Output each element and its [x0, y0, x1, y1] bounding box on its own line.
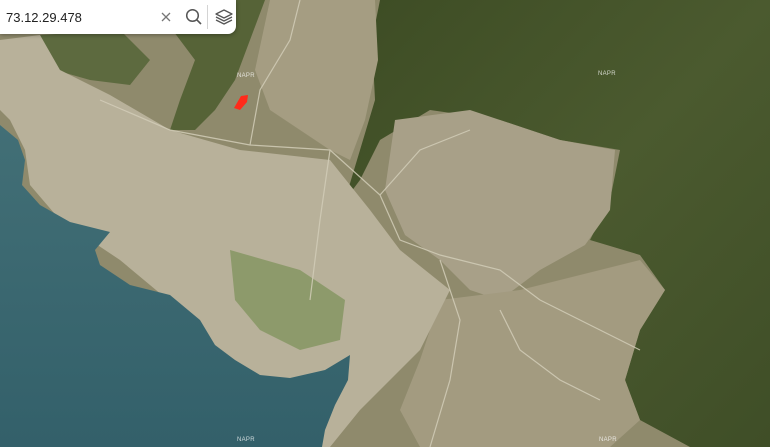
close-icon	[161, 12, 171, 22]
satellite-map[interactable]	[0, 0, 770, 447]
clear-button[interactable]	[154, 5, 178, 29]
search-input[interactable]	[6, 7, 154, 27]
search-bar	[0, 0, 236, 34]
search-icon	[185, 8, 202, 25]
map-watermark-label: NAPR	[237, 437, 255, 443]
map-watermark-label: NAPR	[237, 73, 255, 79]
layers-button[interactable]	[212, 5, 236, 29]
map-watermark-label: NAPR	[598, 71, 616, 77]
search-divider	[207, 5, 209, 29]
layers-icon	[215, 9, 233, 25]
search-button[interactable]	[182, 5, 206, 29]
map-watermark-label: NAPR	[599, 437, 617, 443]
